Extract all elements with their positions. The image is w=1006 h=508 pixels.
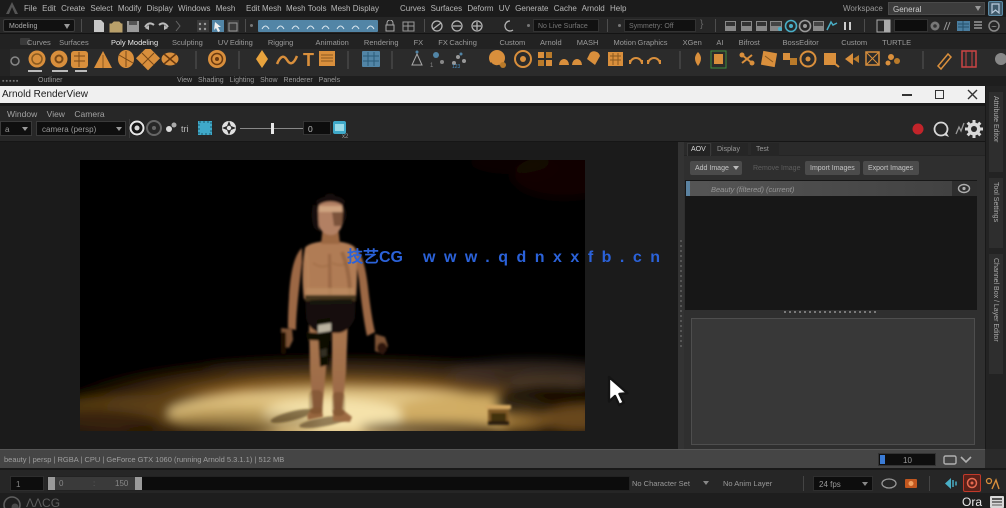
svg-text:tri: tri bbox=[181, 124, 189, 134]
svg-text:1: 1 bbox=[430, 63, 434, 69]
svg-text:123: 123 bbox=[452, 64, 461, 70]
svg-text:T: T bbox=[303, 50, 314, 70]
svg-text:ΛΛCG: ΛΛCG bbox=[26, 496, 60, 508]
svg-text:x2: x2 bbox=[342, 134, 349, 139]
